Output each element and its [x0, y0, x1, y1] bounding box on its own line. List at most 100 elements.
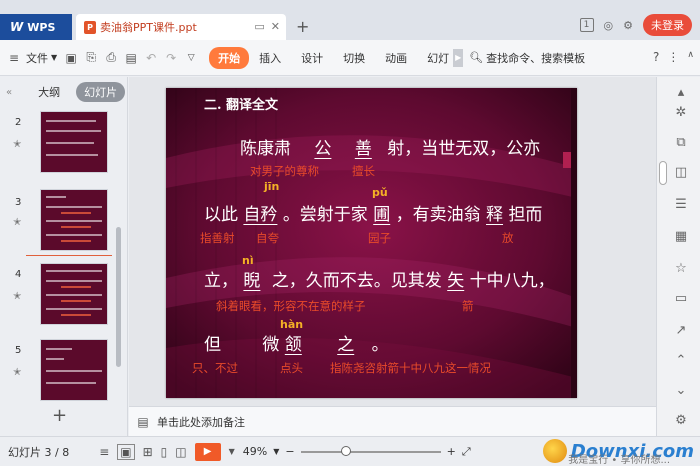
slide-thumbnail-2[interactable]: [40, 111, 108, 173]
undo-icon[interactable]: ↶: [143, 50, 159, 66]
wps-logo-icon: W: [10, 20, 24, 34]
reading-mode-icon[interactable]: ◫: [175, 445, 186, 459]
collapse-panel-icon[interactable]: «: [6, 87, 12, 98]
settings-gear-icon[interactable]: ⚙: [673, 413, 689, 429]
tab-design[interactable]: 设计: [291, 50, 333, 66]
reading-view-icon[interactable]: ▯: [161, 445, 168, 459]
star-icon[interactable]: ☆: [673, 261, 689, 277]
preview-icon[interactable]: ▤: [123, 50, 139, 66]
notes-placeholder[interactable]: 单击此处添加备注: [157, 414, 245, 430]
text-line-4: 但 微 颔 之 。: [204, 330, 389, 355]
annotation: 只、不过: [192, 361, 238, 375]
slide-heading: 二. 翻译全文: [204, 98, 279, 113]
notes-toggle-icon[interactable]: ≡: [99, 445, 109, 459]
settings-icon[interactable]: ⚙: [623, 19, 633, 32]
slide-canvas: 二. 翻译全文 陈康肃 公 善 射，当世无双，公亦 对男子的尊称 擅长 jīn …: [129, 77, 656, 406]
annotation: 斜着眼看，形容不在意的样子: [216, 299, 366, 313]
thumbnail-list: 2 ✭ 3 ✭ 4 ✭ 5 ✭: [0, 111, 120, 401]
canvas-scrollbar[interactable]: [659, 161, 667, 185]
tab-slideshow[interactable]: 幻灯: [417, 50, 451, 66]
animation-star-icon: ✭: [13, 139, 22, 150]
skin-icon[interactable]: ◎: [604, 19, 614, 32]
zoom-value[interactable]: 49%: [243, 445, 267, 458]
copy-icon[interactable]: ⧉: [673, 135, 689, 151]
text-segment: 但: [204, 335, 221, 355]
print-icon[interactable]: ⎙: [103, 50, 119, 66]
slide-thumbnail-3[interactable]: [40, 189, 108, 251]
collapse-sidebar-icon[interactable]: ▴: [673, 85, 689, 101]
annotation: 指善射: [200, 231, 235, 245]
slide-sorter-icon[interactable]: ⊞: [143, 445, 153, 459]
text-segment: 微: [262, 335, 280, 355]
text-line-2: 以此 自矜 。尝射于家 圃 ，有卖油翁 释 担而: [204, 200, 542, 225]
current-slide[interactable]: 二. 翻译全文 陈康肃 公 善 射，当世无双，公亦 对男子的尊称 擅长 jīn …: [166, 88, 577, 398]
text-underlined: 善: [354, 139, 372, 159]
tab-outline[interactable]: 大纲: [30, 82, 68, 102]
chevron-down-icon: ▼: [51, 53, 58, 62]
text-segment: 担而: [508, 205, 543, 225]
customize-dropdown-icon[interactable]: ▽: [183, 50, 199, 66]
hamburger-menu-icon[interactable]: ≡: [6, 50, 22, 66]
save-icon[interactable]: ▣: [63, 50, 79, 66]
zoom-in-icon[interactable]: +: [447, 445, 456, 458]
export-icon[interactable]: ⎘: [83, 50, 99, 66]
annotation: 放: [502, 231, 514, 245]
picture-icon[interactable]: ▦: [673, 229, 689, 245]
ribbon-scroll-right-icon[interactable]: ▶: [453, 48, 464, 67]
zoom-slider[interactable]: [300, 445, 441, 456]
slide-panel: « 大纲 幻灯片 2 ✭ 3 ✭ 4 ✭ 5 ✭ +: [0, 77, 128, 436]
play-options-icon[interactable]: ▼: [229, 447, 235, 456]
share-icon[interactable]: ↗: [673, 323, 689, 339]
thumb-number: 5: [15, 345, 22, 356]
ppt-file-icon: P: [84, 20, 96, 34]
new-tab-button[interactable]: +: [296, 17, 309, 36]
close-tab-icon[interactable]: ✕: [271, 20, 280, 33]
thumbnail-scrollbar[interactable]: [116, 227, 121, 367]
status-bar: 幻灯片 3 / 8 ≡ ▣ ⊞ ▯ ◫ ▶ ▼ 49% ▼ − + ⤢ Down…: [0, 436, 700, 466]
redo-icon[interactable]: ↷: [163, 50, 179, 66]
zoom-out-icon[interactable]: −: [285, 445, 294, 458]
adjust-icon[interactable]: ☰: [673, 197, 689, 213]
login-button[interactable]: 未登录: [643, 14, 692, 36]
magic-icon[interactable]: ✲: [673, 105, 689, 121]
normal-view-icon[interactable]: ▣: [117, 443, 135, 460]
right-tool-sidebar: ▴ ✲ ⧉ ◫ ☰ ▦ ☆ ▭ ↗ ⌃ ⌄ ⚙: [656, 77, 700, 436]
document-tab[interactable]: P 卖油翁PPT课件.ppt ▭ ✕: [76, 14, 286, 40]
slide-thumbnail-5[interactable]: [40, 339, 108, 401]
scroll-up-icon[interactable]: ⌃: [673, 353, 689, 369]
annotation: 擅长: [352, 164, 375, 178]
text-underlined: 释: [486, 205, 504, 225]
add-slide-button[interactable]: +: [52, 405, 67, 426]
help-icon[interactable]: ?: [653, 50, 659, 64]
wps-home-tab[interactable]: W WPS: [0, 14, 72, 40]
zoom-slider-handle[interactable]: [340, 445, 351, 456]
collapse-ribbon-icon[interactable]: ∧: [687, 50, 694, 64]
ribbon: ≡ 文件 ▼ ▣ ⎘ ⎙ ▤ ↶ ↷ ▽ 开始 插入 设计 切换 动画 幻灯 ▶…: [0, 40, 700, 76]
pinyin: jīn: [264, 180, 280, 193]
command-search[interactable]: 🔍︎ 查找命令、搜索模板: [469, 50, 585, 66]
text-line-3: 立， 睨 之，久而不去。见其发 矢 十中八九，: [204, 266, 555, 291]
zoom-control: 49% ▼ − + ⤢: [243, 445, 471, 459]
fit-window-icon[interactable]: ⤢: [462, 445, 471, 459]
archive-icon[interactable]: ▭: [673, 291, 689, 307]
tab-slides[interactable]: 幻灯片: [76, 82, 126, 102]
text-underlined: 自矜: [243, 205, 278, 225]
notes-bar[interactable]: ▤ 单击此处添加备注: [129, 406, 656, 436]
file-menu-button[interactable]: 文件 ▼: [26, 50, 57, 66]
shapes-icon[interactable]: ◫: [673, 165, 689, 181]
tab-animation[interactable]: 动画: [375, 50, 417, 66]
zoom-options-icon[interactable]: ▼: [273, 447, 279, 456]
more-icon[interactable]: ⋮: [667, 50, 679, 64]
slide-counter: 幻灯片 3 / 8: [8, 445, 70, 459]
tab-home[interactable]: 开始: [209, 46, 250, 69]
play-slideshow-button[interactable]: ▶: [194, 442, 221, 461]
text-segment: 。尝射于家: [282, 205, 368, 225]
monitor-icon[interactable]: ▭: [254, 20, 264, 33]
slide-thumbnail-4[interactable]: [40, 263, 108, 325]
tab-insert[interactable]: 插入: [249, 50, 291, 66]
animation-star-icon: ✭: [13, 291, 22, 302]
tab-transition[interactable]: 切换: [333, 50, 375, 66]
scroll-down-icon[interactable]: ⌄: [673, 383, 689, 399]
text-underlined: 之: [337, 335, 355, 355]
window-count-badge[interactable]: 1: [579, 18, 594, 32]
